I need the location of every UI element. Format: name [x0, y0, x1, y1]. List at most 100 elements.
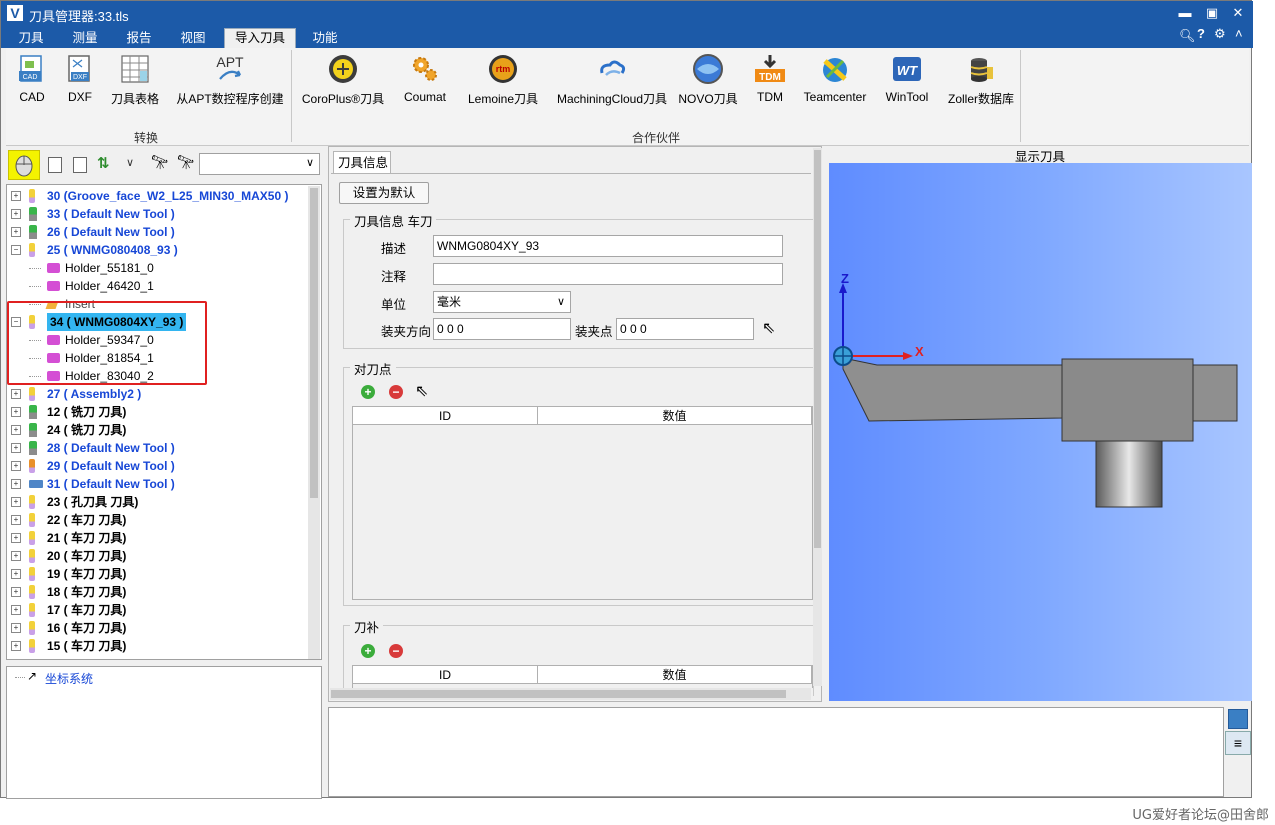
- tab-view[interactable]: 视图: [171, 29, 215, 48]
- expand-toggle-icon[interactable]: −: [11, 245, 21, 255]
- lemoine-button[interactable]: rtm Lemoine刀具: [461, 48, 545, 118]
- expand-toggle-icon[interactable]: +: [11, 533, 21, 543]
- expand-toggle-icon[interactable]: +: [11, 209, 21, 219]
- tree-item[interactable]: +31 ( Default New Tool ): [7, 475, 307, 493]
- tree-item[interactable]: +22 ( 车刀 刀具): [7, 511, 307, 529]
- gear-icon[interactable]: ⚙: [1214, 26, 1226, 42]
- tab-import-tool[interactable]: 导入刀具: [224, 28, 296, 49]
- expand-toggle-icon[interactable]: +: [11, 605, 21, 615]
- mid-horizontal-scrollbar[interactable]: [330, 688, 811, 700]
- maximize-button[interactable]: ▣: [1203, 5, 1221, 21]
- tab-measure[interactable]: 测量: [63, 29, 107, 48]
- remove-comp-button[interactable]: −: [389, 644, 403, 658]
- tree-item[interactable]: +15 ( 车刀 刀具): [7, 637, 307, 655]
- expand-toggle-icon[interactable]: +: [11, 515, 21, 525]
- tool-3d-viewport[interactable]: Z X: [829, 163, 1252, 701]
- minimize-button[interactable]: ▬: [1176, 5, 1194, 21]
- tab-tool-info[interactable]: 刀具信息: [333, 151, 391, 173]
- set-default-button[interactable]: 设置为默认: [339, 182, 429, 204]
- tree-item[interactable]: +12 ( 铣刀 刀具): [7, 403, 307, 421]
- search-icon[interactable]: 🔍︎: [1179, 28, 1196, 44]
- expand-toggle-icon[interactable]: +: [11, 479, 21, 489]
- filter-icon[interactable]: ≡: [1225, 731, 1251, 755]
- remove-tool-point-button[interactable]: −: [389, 385, 403, 399]
- tab-function[interactable]: 功能: [303, 29, 347, 48]
- pick-pointer-icon[interactable]: ⇖: [762, 318, 775, 338]
- tree-scrollbar-thumb[interactable]: [310, 188, 318, 498]
- mid-vertical-scrollbar-thumb[interactable]: [814, 150, 821, 548]
- log-panel[interactable]: [328, 707, 1224, 797]
- comp-grid[interactable]: ID 数值: [352, 665, 813, 688]
- machiningcloud-button[interactable]: MachiningCloud刀具: [548, 48, 676, 118]
- collapse-all-icon[interactable]: [73, 157, 87, 173]
- tree-item[interactable]: +24 ( 铣刀 刀具): [7, 421, 307, 439]
- collapse-ribbon-icon[interactable]: ˄: [1235, 26, 1243, 41]
- tdm-button[interactable]: TDM TDM: [751, 48, 789, 118]
- pick-pointer-icon[interactable]: ⇖: [415, 381, 428, 401]
- zoller-button[interactable]: Zoller数据库: [943, 48, 1019, 118]
- tree-item[interactable]: +28 ( Default New Tool ): [7, 439, 307, 457]
- tree-item[interactable]: +20 ( 车刀 刀具): [7, 547, 307, 565]
- tree-item[interactable]: +33 ( Default New Tool ): [7, 205, 307, 223]
- find-icon[interactable]: 🔭︎: [151, 154, 169, 171]
- add-comp-button[interactable]: +: [361, 644, 375, 658]
- coumat-button[interactable]: Coumat: [398, 48, 452, 118]
- mid-vertical-scrollbar[interactable]: [813, 148, 822, 686]
- tree-scrollbar[interactable]: [308, 186, 320, 659]
- expand-toggle-icon[interactable]: +: [11, 551, 21, 561]
- tree-item[interactable]: +18 ( 车刀 刀具): [7, 583, 307, 601]
- expand-toggle-icon[interactable]: +: [11, 461, 21, 471]
- close-button[interactable]: ✕: [1229, 5, 1247, 21]
- tree-item[interactable]: +17 ( 车刀 刀具): [7, 601, 307, 619]
- coordinate-system-item[interactable]: 坐标系统: [45, 670, 93, 687]
- desc-field[interactable]: WNMG0804XY_93: [433, 235, 783, 257]
- expand-toggle-icon[interactable]: +: [11, 407, 21, 417]
- clamp-point-field[interactable]: 0 0 0: [616, 318, 754, 340]
- novo-button[interactable]: NOVO刀具: [676, 48, 740, 118]
- sort-icon[interactable]: ⇅: [97, 154, 110, 172]
- expand-toggle-icon[interactable]: +: [11, 641, 21, 651]
- help-icon[interactable]: ?: [1197, 26, 1205, 41]
- dropdown-arrow-icon[interactable]: ∨: [126, 156, 134, 169]
- expand-toggle-icon[interactable]: +: [11, 497, 21, 507]
- tab-tool[interactable]: 刀具: [9, 29, 53, 48]
- find-next-icon[interactable]: 🔭︎: [177, 154, 195, 171]
- tree-item[interactable]: +21 ( 车刀 刀具): [7, 529, 307, 547]
- note-field[interactable]: [433, 263, 783, 285]
- tree-item[interactable]: − 25 ( WNMG080408_93 ): [7, 241, 307, 259]
- coroplus-button[interactable]: CoroPlus®刀具: [299, 48, 387, 118]
- mid-horizontal-scrollbar-thumb[interactable]: [331, 690, 786, 698]
- tree-item[interactable]: +30 (Groove_face_W2_L25_MIN30_MAX50 ): [7, 187, 307, 205]
- tree-item[interactable]: +16 ( 车刀 刀具): [7, 619, 307, 637]
- tree-child-item[interactable]: Holder_55181_0: [7, 259, 307, 277]
- tree-child-item[interactable]: Holder_46420_1: [7, 277, 307, 295]
- tree-item[interactable]: +19 ( 车刀 刀具): [7, 565, 307, 583]
- teamcenter-button[interactable]: Teamcenter: [799, 48, 871, 118]
- expand-toggle-icon[interactable]: +: [11, 443, 21, 453]
- expand-toggle-icon[interactable]: +: [11, 623, 21, 633]
- expand-toggle-icon[interactable]: +: [11, 191, 21, 201]
- tool-point-grid[interactable]: ID 数值: [352, 406, 813, 600]
- tree-item[interactable]: +23 ( 孔刀具 刀具): [7, 493, 307, 511]
- expand-toggle-icon[interactable]: +: [11, 569, 21, 579]
- expand-all-icon[interactable]: [48, 157, 62, 173]
- add-tool-point-button[interactable]: +: [361, 385, 375, 399]
- wintool-button[interactable]: WT WinTool: [879, 48, 935, 118]
- expand-toggle-icon[interactable]: +: [11, 587, 21, 597]
- select-mode-button[interactable]: [8, 150, 40, 180]
- expand-toggle-icon[interactable]: +: [11, 389, 21, 399]
- expand-toggle-icon[interactable]: +: [11, 227, 21, 237]
- import-cad-button[interactable]: CAD CAD: [11, 48, 53, 118]
- tree-filter-dropdown[interactable]: ∨: [199, 153, 320, 175]
- tree-item[interactable]: +26 ( Default New Tool ): [7, 223, 307, 241]
- tree-item[interactable]: +27 ( Assembly2 ): [7, 385, 307, 403]
- log-icon[interactable]: [1228, 709, 1248, 729]
- import-dxf-button[interactable]: DXF DXF: [59, 48, 101, 118]
- tree-item[interactable]: +29 ( Default New Tool ): [7, 457, 307, 475]
- create-from-apt-button[interactable]: APT 从APT数控程序创建: [174, 48, 286, 118]
- tool-table-button[interactable]: 刀具表格: [106, 48, 164, 118]
- tab-report[interactable]: 报告: [117, 29, 161, 48]
- unit-select[interactable]: 毫米 ∨: [433, 291, 571, 313]
- clamp-direction-field[interactable]: 0 0 0: [433, 318, 571, 340]
- expand-toggle-icon[interactable]: +: [11, 425, 21, 435]
